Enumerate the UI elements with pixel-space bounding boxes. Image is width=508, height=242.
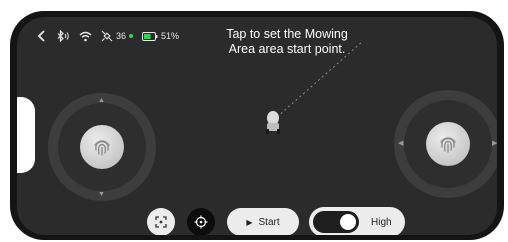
satellite-status: 36 xyxy=(101,30,134,42)
scan-button[interactable] xyxy=(147,208,175,235)
side-edge-cutout xyxy=(17,97,35,173)
mower-icon xyxy=(266,111,280,134)
play-icon: ▶ xyxy=(246,217,253,227)
start-button[interactable]: ▶ Start xyxy=(227,208,299,235)
phone-frame: 36 51% Tap to set the Mowing Area area s… xyxy=(10,11,504,240)
locate-button[interactable] xyxy=(187,208,215,235)
arrow-up-icon: ▲ xyxy=(98,97,105,104)
start-label: Start xyxy=(258,216,280,228)
speed-mode-control[interactable]: High xyxy=(309,207,405,235)
status-bar: 36 51% xyxy=(37,28,188,44)
toggle-thumb xyxy=(340,214,356,230)
arrow-right-icon: ▶ xyxy=(492,140,497,147)
hint-line-1: Tap to set the Mowing xyxy=(226,27,348,41)
bluetooth-status xyxy=(56,30,70,42)
left-joystick[interactable]: ▲ ▼ xyxy=(48,93,156,201)
speed-mode-label: High xyxy=(371,216,392,228)
satellite-signal-dot xyxy=(129,34,134,38)
fingerprint-icon xyxy=(94,140,110,156)
wifi-icon xyxy=(79,31,92,41)
wifi-status xyxy=(79,31,92,42)
bluetooth-icon xyxy=(57,30,69,42)
crosshair-icon xyxy=(194,215,208,229)
arrow-down-icon: ▼ xyxy=(98,191,105,198)
chevron-left-icon xyxy=(37,30,45,42)
scan-frame-icon xyxy=(155,216,167,228)
hint-line-2: Area area start point. xyxy=(228,42,346,56)
joystick-knob-right[interactable] xyxy=(426,122,470,166)
satellite-icon xyxy=(101,30,113,42)
joystick-knob-left[interactable] xyxy=(80,125,124,169)
instruction-hint: Tap to set the Mowing Area area start po… xyxy=(167,27,407,57)
battery-icon xyxy=(142,31,158,41)
right-joystick[interactable]: ◀ ▶ xyxy=(394,90,497,198)
fingerprint-icon xyxy=(440,137,456,153)
bottom-controls: ▶ Start High xyxy=(147,207,405,235)
satellite-count: 36 xyxy=(116,31,127,41)
remote-control-screen[interactable]: 36 51% Tap to set the Mowing Area area s… xyxy=(17,17,497,235)
speed-toggle[interactable] xyxy=(313,211,359,233)
back-button[interactable] xyxy=(37,30,47,42)
arrow-left-icon: ◀ xyxy=(398,140,404,147)
